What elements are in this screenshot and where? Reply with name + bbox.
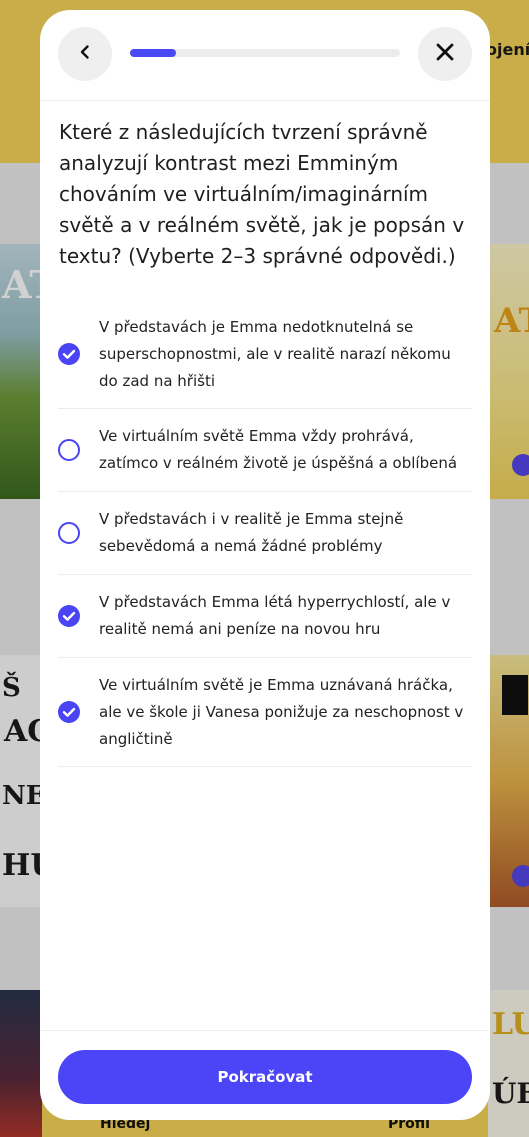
answer-option[interactable]: V představách i v realitě je Emma stejně… xyxy=(58,492,472,575)
chevron-left-icon xyxy=(77,44,93,64)
checkmark-circle-icon xyxy=(58,605,80,627)
modal-footer: Pokračovat xyxy=(40,1030,490,1120)
answer-option[interactable]: Ve virtuálním světě je Emma uznávaná hrá… xyxy=(58,658,472,767)
close-icon xyxy=(436,43,454,65)
answer-option-text: Ve virtuálním světě Emma vždy prohrává, … xyxy=(99,427,458,472)
empty-circle-icon xyxy=(58,439,80,461)
answer-option[interactable]: V představách je Emma nedotknutelná se s… xyxy=(58,300,472,409)
checkmark-circle-icon xyxy=(58,701,80,723)
answer-option-text: V představách i v realitě je Emma stejně… xyxy=(99,510,404,555)
question-text: Které z následujících tvrzení správně an… xyxy=(59,120,465,268)
answer-options-list: V představách je Emma nedotknutelná se s… xyxy=(58,300,472,767)
answer-option-text: V představách je Emma nedotknutelná se s… xyxy=(99,317,451,390)
close-button[interactable] xyxy=(418,27,472,81)
answer-option-text: V představách Emma létá hyperrychlostí, … xyxy=(99,593,451,638)
answer-option-text: Ve virtuálním světě je Emma uznávaná hrá… xyxy=(99,675,464,748)
progress-fill xyxy=(130,49,176,57)
answer-option[interactable]: Ve virtuálním světě Emma vždy prohrává, … xyxy=(58,409,472,492)
empty-circle-icon xyxy=(58,522,80,544)
modal-header xyxy=(40,10,490,101)
quiz-modal: Které z následujících tvrzení správně an… xyxy=(40,10,490,1120)
answer-option[interactable]: V představách Emma létá hyperrychlostí, … xyxy=(58,575,472,658)
back-button[interactable] xyxy=(58,27,112,81)
continue-button[interactable]: Pokračovat xyxy=(58,1050,472,1104)
progress-bar xyxy=(130,49,400,57)
checkmark-circle-icon xyxy=(58,343,80,365)
